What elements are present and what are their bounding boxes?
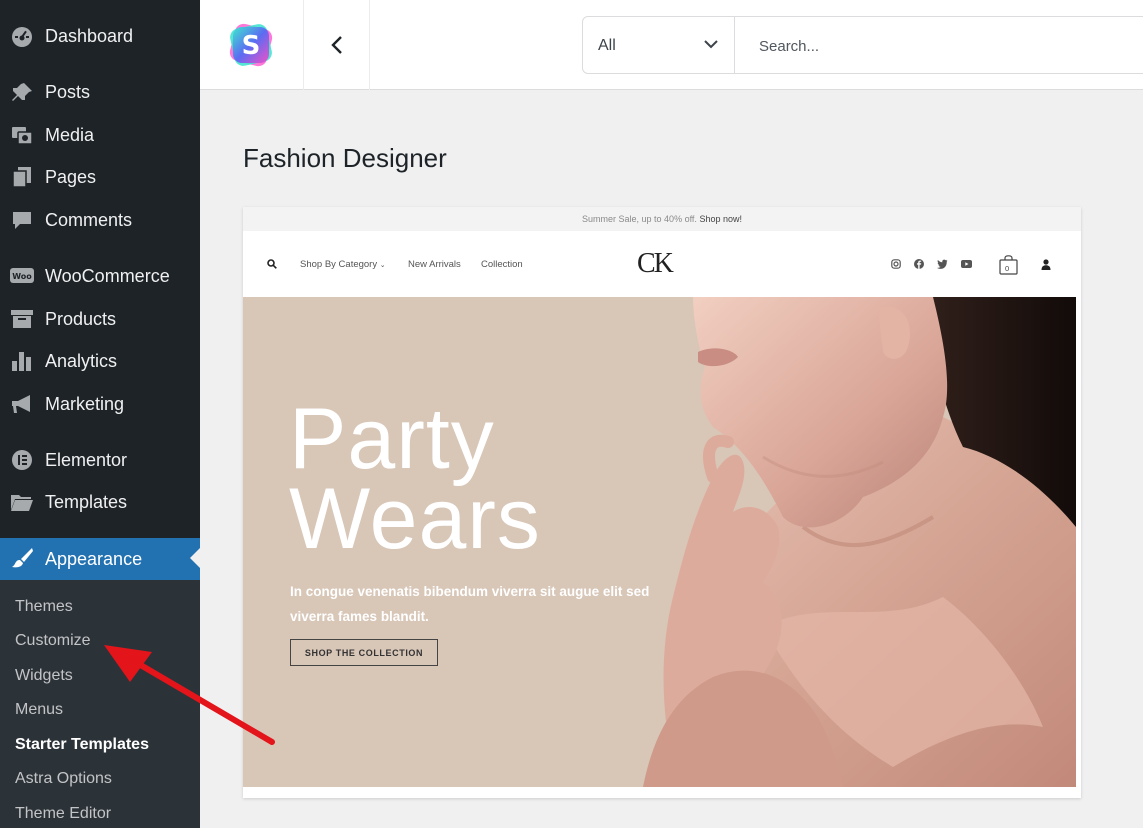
paintbrush-icon [12,548,33,568]
sidebar-item-label: Marketing [45,394,125,414]
nav-link-collection: Collection [481,259,523,270]
submenu-item-menus[interactable]: Menus [15,700,63,720]
cart-count: 0 [1005,264,1010,273]
current-menu-indicator [190,548,200,568]
woocommerce-icon: Woo [10,268,34,283]
back-button[interactable] [304,0,370,90]
sidebar-item-pages[interactable]: Pages [0,157,200,197]
sidebar-item-media[interactable]: Media [0,115,200,155]
submenu-item-astra-options[interactable]: Astra Options [15,769,112,789]
sidebar-item-label: Pages [45,167,97,187]
dashboard-icon [12,27,32,47]
site-logo: CK [637,248,674,279]
sidebar-item-label: Elementor [45,450,128,470]
submenu-item-themes[interactable]: Themes [15,597,73,617]
sidebar-item-label: Dashboard [45,26,134,46]
pin-icon [12,83,32,101]
youtube-icon [961,260,972,268]
submenu-item-widgets[interactable]: Widgets [15,666,73,686]
announcement-link: Shop now! [699,214,742,224]
chevron-down-icon: ⌄ [379,262,386,269]
sidebar-item-label: Posts [45,82,91,102]
chevron-left-icon [331,36,342,54]
shop-collection-button[interactable]: SHOP THE COLLECTION [290,639,438,666]
sidebar-item-marketing[interactable]: Marketing [0,384,200,424]
chevron-down-icon [704,40,718,49]
template-library-header: S All [200,0,1143,90]
sidebar-item-label: Analytics [45,351,118,371]
page-title: Fashion Designer [243,143,447,173]
appearance-submenu: Themes Customize Widgets Menus Starter T… [0,580,200,828]
sidebar-item-posts[interactable]: Posts [0,72,200,112]
nav-link-shop-by-category: Shop By Category ⌄ [300,259,386,270]
sidebar-item-comments[interactable]: Comments [0,200,200,240]
folder-icon [11,495,33,511]
svg-text:Woo: Woo [12,272,32,281]
elementor-icon [12,450,32,470]
sidebar-item-label: Media [45,125,95,145]
sidebar-item-label: Comments [45,210,133,230]
select-value: All [598,37,616,54]
sidebar-item-dashboard[interactable]: Dashboard [0,16,200,56]
template-type-select[interactable]: All [583,17,735,73]
submenu-item-theme-editor[interactable]: Theme Editor [15,804,111,824]
sidebar-item-label: Templates [45,492,128,512]
comment-icon [13,212,31,229]
sidebar-item-analytics[interactable]: Analytics [0,341,200,381]
sidebar-item-elementor[interactable]: Elementor [0,440,200,480]
submenu-item-starter-templates[interactable]: Starter Templates [15,735,149,755]
user-icon [1041,259,1051,270]
sidebar-item-label: WooCommerce [45,266,170,286]
search-icon [267,259,277,269]
sidebar-item-templates[interactable]: Templates [0,482,200,522]
twitter-icon [937,259,948,269]
nav-link-new-arrivals: New Arrivals [408,259,461,270]
admin-sidebar: Dashboard Posts Media Pages Comments Woo… [0,0,200,828]
search-bar: All [582,16,1143,74]
site-header: Shop By Category ⌄ New Arrivals Collecti… [243,231,1076,297]
instagram-icon [891,259,901,269]
submenu-item-customize[interactable]: Customize [15,631,91,651]
sidebar-item-appearance[interactable]: Appearance [0,538,200,580]
sidebar-item-label: Products [45,309,117,329]
search-input[interactable] [759,35,1059,57]
media-icon [12,127,33,145]
pages-icon [12,167,31,188]
facebook-icon [914,259,924,269]
megaphone-icon [12,395,30,413]
svg-text:S: S [242,31,261,61]
bar-chart-icon [12,352,31,371]
hero-title: Party Wears [289,391,541,567]
announcement-bar: Summer Sale, up to 40% off. Shop now! [243,207,1081,231]
sidebar-item-label: Appearance [45,549,143,569]
logo-cell: S [200,0,304,90]
hero-banner: Party Wears In congue venenatis bibendum… [243,297,1076,787]
template-preview[interactable]: Summer Sale, up to 40% off. Shop now! Sh… [243,207,1081,798]
archive-icon [11,310,33,328]
starter-templates-logo-icon: S [229,23,273,67]
hero-subtitle: In congue venenatis bibendum viverra sit… [290,584,650,624]
sidebar-item-products[interactable]: Products [0,299,200,339]
announcement-text: Summer Sale, up to 40% off. [582,214,697,224]
sidebar-item-woocommerce[interactable]: Woo WooCommerce [0,256,200,296]
